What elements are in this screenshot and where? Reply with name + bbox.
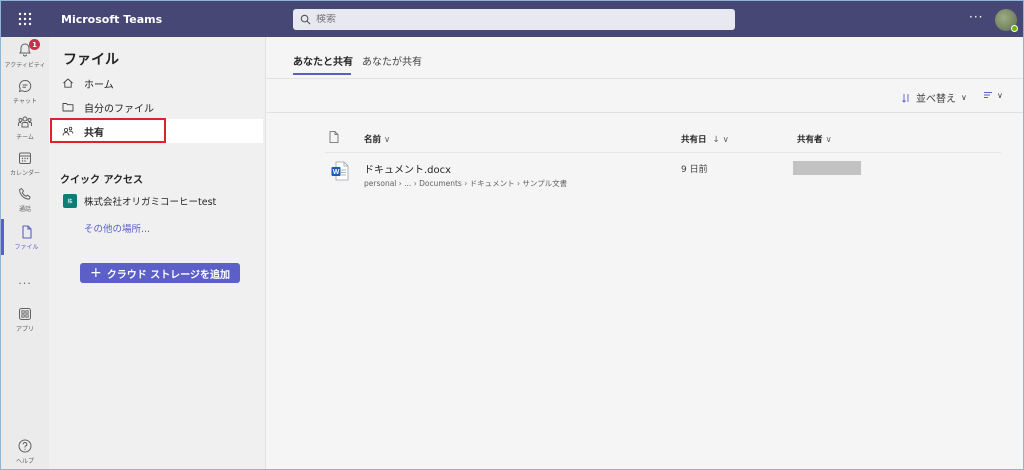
rail-item-label: 通話 xyxy=(18,205,31,213)
teams-window: Microsoft Teams ··· 1 アクティビティ xyxy=(0,0,1024,470)
file-path: personal › ... › Documents › ドキュメント › サン… xyxy=(364,179,568,188)
top-bar: Microsoft Teams ··· xyxy=(1,1,1023,37)
sort-button[interactable]: 並べ替え ∨ xyxy=(901,90,967,105)
view-options-button[interactable]: ∨ xyxy=(983,90,1003,100)
tab-bar: あなたと共有 あなたが共有 xyxy=(267,37,1023,79)
rail-item-apps[interactable]: アプリ xyxy=(1,301,49,337)
rail-item-more[interactable]: ··· xyxy=(1,265,49,301)
chevron-down-icon: ∨ xyxy=(825,135,832,145)
app-launcher-button[interactable] xyxy=(1,1,49,37)
home-icon xyxy=(63,78,73,88)
app-title: Microsoft Teams xyxy=(61,12,163,26)
search-box[interactable] xyxy=(293,9,735,30)
svg-text:W: W xyxy=(333,169,340,176)
file-type-column-icon xyxy=(329,131,339,143)
add-cloud-storage-button[interactable]: + クラウド ストレージを追加 xyxy=(80,263,240,283)
waffle-icon xyxy=(18,12,32,26)
chat-icon xyxy=(18,79,32,92)
toolbar: 並べ替え ∨ ∨ xyxy=(267,79,1023,113)
highlight-annotation xyxy=(50,118,166,143)
rail-item-calls[interactable]: 通話 xyxy=(1,181,49,217)
file-name-link[interactable]: ドキュメント.docx xyxy=(364,161,451,176)
nav-item-label: ホーム xyxy=(84,79,114,91)
rail-item-help[interactable]: ヘルプ xyxy=(1,433,49,469)
active-tab-indicator xyxy=(293,73,351,75)
header-divider xyxy=(325,152,1001,153)
rail-item-chat[interactable]: チャット xyxy=(1,73,49,109)
rail-item-calendar[interactable]: カレンダー xyxy=(1,145,49,181)
nav-item-label: 自分のファイル xyxy=(84,103,154,115)
word-icon[interactable]: W xyxy=(331,161,349,181)
folder-icon xyxy=(62,103,74,112)
chevron-down-icon: ∨ xyxy=(722,135,729,145)
file-icon xyxy=(21,224,32,239)
teams-icon xyxy=(18,116,32,127)
column-header-shared-date[interactable]: 共有日 ↓ ∨ xyxy=(681,133,729,145)
app-rail: 1 アクティビティ チャット チーム カレンダー 通話 ファイル ··· アプリ… xyxy=(1,37,49,469)
presence-status-icon xyxy=(1011,25,1018,32)
apps-icon xyxy=(19,307,31,320)
column-header-name[interactable]: 名前 ∨ xyxy=(364,133,390,145)
main-content: あなたと共有 あなたが共有 並べ替え ∨ ∨ 名前 ∨ 共有日 ↓ ∨ 共有者 … xyxy=(267,37,1023,469)
files-navigation-pane: ファイル ホーム 自分のファイル 共有 クイック アクセス 株 株式会社オリガミ… xyxy=(49,37,266,469)
shared-date-cell: 9 日前 xyxy=(681,165,708,175)
avatar[interactable] xyxy=(995,9,1018,32)
calendar-icon xyxy=(19,152,31,164)
shared-by-redacted xyxy=(793,161,861,175)
quick-access-item-label: 株式会社オリガミコーヒーtest xyxy=(84,197,217,208)
tab-shared-by-you[interactable]: あなたが共有 xyxy=(362,53,422,68)
column-header-shared-by[interactable]: 共有者 ∨ xyxy=(797,133,832,145)
rail-item-label: ファイル xyxy=(14,243,39,251)
rail-item-label: カレンダー xyxy=(9,169,40,177)
plus-icon: + xyxy=(89,265,102,281)
rail-item-activity[interactable]: 1 アクティビティ xyxy=(1,37,49,73)
quick-access-heading: クイック アクセス xyxy=(60,175,143,186)
chevron-down-icon: ∨ xyxy=(961,93,967,102)
rail-item-label: チャット xyxy=(13,97,37,105)
list-view-icon xyxy=(984,92,992,98)
rail-item-label: アプリ xyxy=(15,325,34,333)
add-cloud-storage-label: クラウド ストレージを追加 xyxy=(106,269,231,281)
phone-icon xyxy=(19,187,31,200)
team-logo: 株 xyxy=(63,194,77,208)
quick-access-item[interactable]: 株 株式会社オリガミコーヒーtest xyxy=(63,194,216,208)
nav-item-my-files[interactable]: 自分のファイル xyxy=(49,95,263,119)
rail-item-label: アクティビティ xyxy=(4,61,46,69)
search-input[interactable] xyxy=(316,14,716,25)
notification-badge: 1 xyxy=(29,39,40,50)
help-icon xyxy=(18,439,32,452)
other-locations-link[interactable]: その他の場所... xyxy=(84,221,150,235)
more-options-button[interactable]: ··· xyxy=(969,10,983,24)
more-icon: ··· xyxy=(18,276,32,290)
page-title: ファイル xyxy=(63,52,119,68)
search-icon xyxy=(300,14,311,25)
chevron-down-icon: ∨ xyxy=(997,90,1003,100)
rail-item-files[interactable]: ファイル xyxy=(1,219,49,255)
rail-item-label: チーム xyxy=(16,133,34,141)
rail-item-label: ヘルプ xyxy=(15,457,34,465)
chevron-down-icon: ∨ xyxy=(384,135,391,145)
sort-icon xyxy=(902,93,909,103)
tab-shared-with-you[interactable]: あなたと共有 xyxy=(293,53,353,68)
rail-item-teams[interactable]: チーム xyxy=(1,109,49,145)
nav-item-home[interactable]: ホーム xyxy=(49,71,263,95)
sort-arrow-icon: ↓ xyxy=(712,135,720,145)
sort-label: 並べ替え xyxy=(916,94,956,105)
